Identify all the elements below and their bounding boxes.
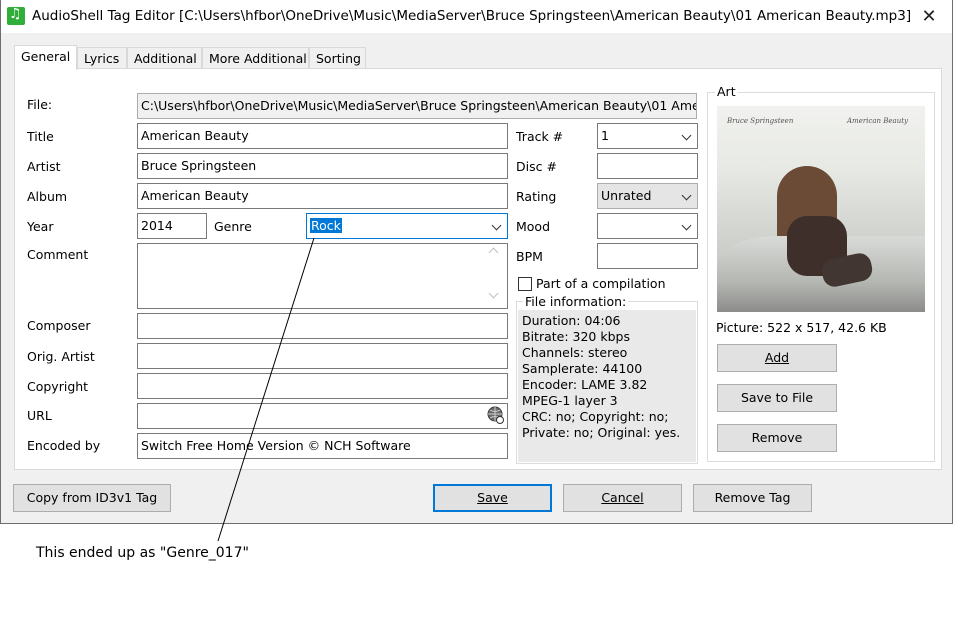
tab-general[interactable]: General (14, 45, 77, 70)
annotation-note: This ended up as "Genre_017" (36, 545, 249, 561)
annotation-pointer-line (217, 237, 315, 542)
